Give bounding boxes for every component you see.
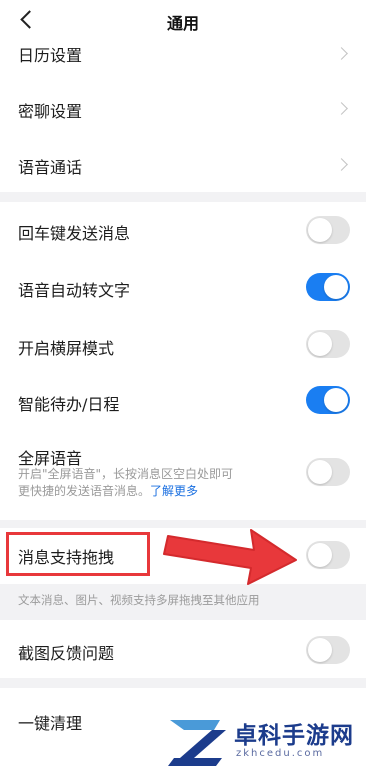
settings-group-1: 日历设置 密聊设置 语音通话 (0, 40, 366, 192)
settings-item-label: 密聊设置 (18, 102, 83, 121)
settings-item-calendar[interactable]: 日历设置 (0, 40, 366, 66)
settings-item-secret-chat[interactable]: 密聊设置 (0, 80, 366, 136)
fullscreen-voice-toggle[interactable] (306, 458, 350, 486)
enter-send-toggle[interactable] (306, 216, 350, 244)
chevron-right-icon (335, 47, 348, 60)
voice-to-text-toggle[interactable] (306, 273, 350, 301)
fullscreen-voice-desc: 开启"全屏语音"，长按消息区空白处即可 (18, 467, 234, 481)
settings-item-fullscreen-voice[interactable]: 全屏语音 开启"全屏语音"，长按消息区空白处即可 更快捷的发送语音消息。了解更多 (0, 428, 366, 520)
settings-item-voice-call[interactable]: 语音通话 (0, 136, 366, 192)
settings-group-4: 截图反馈问题 (0, 620, 366, 678)
page-title: 通用 (166, 14, 199, 33)
chevron-right-icon (335, 102, 348, 115)
screenshot-feedback-toggle[interactable] (306, 636, 350, 664)
settings-item-label: 一键清理 (18, 714, 83, 733)
settings-item-voice-to-text[interactable]: 语音自动转文字 (0, 258, 366, 316)
settings-item-smart-todo[interactable]: 智能待办/日程 (0, 372, 366, 428)
settings-item-label: 语音自动转文字 (18, 281, 131, 300)
learn-more-link[interactable]: 了解更多 (150, 484, 198, 498)
smart-todo-toggle[interactable] (306, 386, 350, 414)
annotation-arrow-icon (163, 529, 297, 585)
chevron-right-icon (335, 158, 348, 171)
nav-header: 通用 (0, 0, 366, 40)
annotation-highlight-box (6, 532, 150, 576)
watermark-logo: 卓科手游网 zkhcedu.com (160, 712, 366, 768)
watermark-name: 卓科手游网 (234, 723, 354, 749)
settings-item-enter-send[interactable]: 回车键发送消息 (0, 202, 366, 258)
logo-icon (168, 720, 226, 766)
settings-item-label: 日历设置 (18, 46, 83, 65)
landscape-toggle[interactable] (306, 330, 350, 358)
settings-item-label: 截图反馈问题 (18, 644, 115, 663)
settings-item-label: 智能待办/日程 (18, 395, 120, 414)
settings-item-label: 语音通话 (18, 158, 83, 177)
settings-group-2: 回车键发送消息 语音自动转文字 开启横屏模式 智能待办/日程 全屏语音 开启"全… (0, 202, 366, 520)
drag-support-toggle[interactable] (306, 541, 350, 569)
watermark-domain: zkhcedu.com (236, 748, 325, 759)
fullscreen-voice-desc-2: 更快捷的发送语音消息。了解更多 (18, 484, 199, 498)
settings-item-screenshot-feedback[interactable]: 截图反馈问题 (0, 620, 366, 678)
settings-item-label: 开启横屏模式 (18, 339, 115, 358)
settings-item-landscape[interactable]: 开启横屏模式 (0, 316, 366, 372)
settings-item-label: 回车键发送消息 (18, 224, 131, 243)
